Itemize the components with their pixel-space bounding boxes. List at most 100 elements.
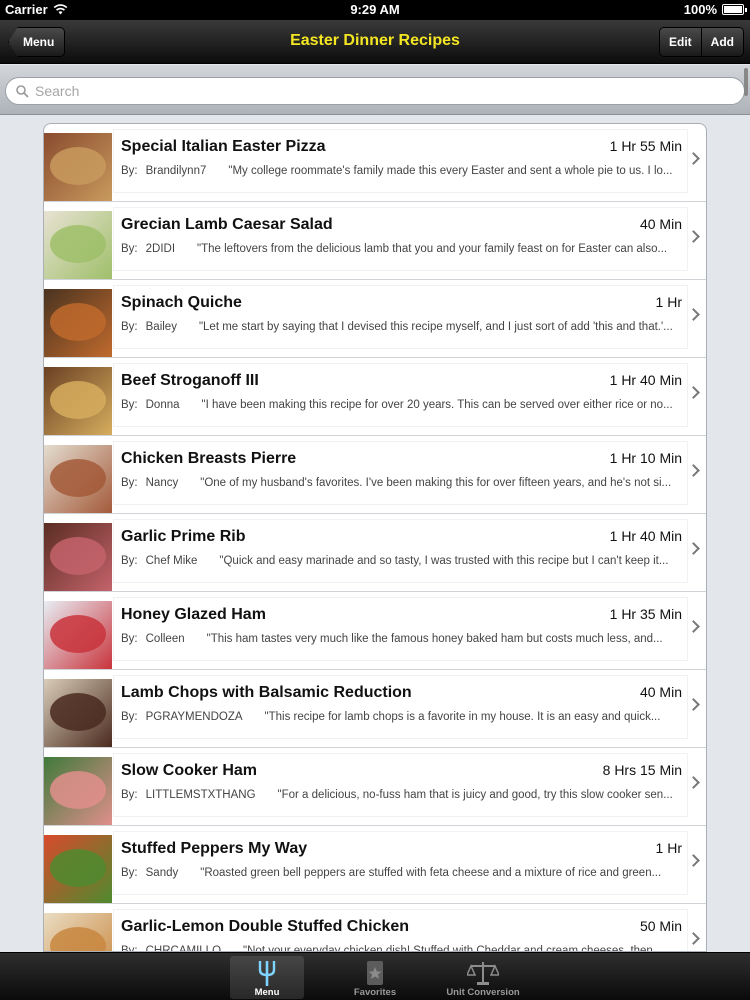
recipe-row[interactable]: Stuffed Peppers My Way 1 Hr By: Sandy "Roast…: [44, 826, 706, 904]
recipe-title: Stuffed Peppers My Way: [121, 840, 308, 857]
by-label: By:: [121, 867, 138, 879]
edit-button[interactable]: Edit: [660, 28, 701, 56]
recipe-content: Stuffed Peppers My Way 1 Hr By: Sandy "Roast…: [114, 832, 687, 894]
recipe-row[interactable]: Garlic Prime Rib 1 Hr 40 Min By: Chef Mike "…: [44, 514, 706, 592]
recipe-content: Garlic Prime Rib 1 Hr 40 Min By: Chef Mike "…: [114, 520, 687, 582]
recipe-row[interactable]: Chicken Breasts Pierre 1 Hr 10 Min By: Nanc…: [44, 436, 706, 514]
recipe-title: Spinach Quiche: [121, 294, 242, 311]
battery-icon: [722, 4, 747, 15]
recipe-author: Chef Mike: [145, 555, 198, 567]
chevron-right-icon: [687, 152, 700, 165]
recipe-byline: By: Bailey "Let me start by saying that I …: [121, 321, 682, 333]
recipe-byline: By: LITTLEMSTXTHANG "For a delicious, no-f…: [121, 789, 682, 801]
recipe-thumbnail-plate: [50, 615, 106, 653]
recipe-title: Garlic Prime Rib: [121, 528, 246, 545]
recipe-title: Chicken Breasts Pierre: [121, 450, 297, 467]
recipe-thumbnail: [44, 523, 112, 591]
clock: 9:29 AM: [350, 2, 400, 17]
recipe-author: Donna: [145, 399, 180, 411]
recipe-thumbnail: [44, 757, 112, 825]
recipe-thumbnail-plate: [50, 927, 106, 951]
recipe-thumbnail-plate: [50, 693, 106, 731]
chevron-right-icon: [687, 386, 700, 399]
recipe-content: Chicken Breasts Pierre 1 Hr 10 Min By: Nanc…: [114, 442, 687, 504]
recipe-author: Bailey: [145, 321, 177, 333]
recipe-duration: 40 Min: [639, 684, 682, 700]
tab-favorites[interactable]: Favorites: [338, 956, 412, 999]
scroll-indicator[interactable]: [744, 68, 748, 96]
search-input[interactable]: [35, 83, 675, 99]
by-label: By:: [121, 165, 138, 177]
nav-actions: Edit Add: [659, 27, 744, 57]
by-label: By:: [121, 945, 138, 952]
chevron-right-icon: [687, 620, 700, 633]
by-label: By:: [121, 711, 138, 723]
recipe-row[interactable]: Garlic-Lemon Double Stuffed Chicken 50 Mi…: [44, 904, 706, 952]
tab-menu[interactable]: Menu: [230, 956, 304, 999]
status-bar: Carrier 9:29 AM 100%: [0, 0, 750, 20]
by-label: By:: [121, 789, 138, 801]
battery-percent: 100%: [683, 2, 717, 17]
recipe-duration: 1 Hr 10 Min: [609, 450, 682, 466]
chevron-right-icon: [687, 308, 700, 321]
recipe-author: PGRAYMENDOZA: [145, 711, 243, 723]
recipe-row[interactable]: Slow Cooker Ham 8 Hrs 15 Min By: LITTLEMSTX…: [44, 748, 706, 826]
add-button[interactable]: Add: [700, 28, 743, 56]
recipe-content: Slow Cooker Ham 8 Hrs 15 Min By: LITTLEMSTX…: [114, 754, 687, 816]
by-label: By:: [121, 321, 138, 333]
recipe-duration: 1 Hr 35 Min: [609, 606, 682, 622]
by-label: By:: [121, 243, 138, 255]
tab-unit-conversion-label: Unit Conversion: [446, 987, 520, 998]
recipe-thumbnail: [44, 289, 112, 357]
scale-icon: [467, 962, 499, 985]
recipe-snippet: "This ham tastes very much like the famo…: [206, 633, 663, 645]
recipe-title: Slow Cooker Ham: [121, 762, 258, 779]
tab-menu-label: Menu: [254, 987, 280, 998]
recipe-author: Brandilynn7: [145, 165, 207, 177]
recipe-author: LITTLEMSTXTHANG: [145, 789, 256, 801]
recipe-row[interactable]: Special Italian Easter Pizza 1 Hr 55 Min B…: [44, 124, 706, 202]
recipe-snippet: "For a delicious, no-fuss ham that is ju…: [277, 789, 673, 801]
chevron-right-icon: [687, 932, 700, 945]
chevron-right-icon: [687, 230, 700, 243]
recipe-row[interactable]: Beef Stroganoff III 1 Hr 40 Min By: Donna "I…: [44, 358, 706, 436]
recipe-row[interactable]: Grecian Lamb Caesar Salad 40 Min By: 2DIDI "…: [44, 202, 706, 280]
recipe-snippet: "Let me start by saying that I devised t…: [198, 321, 673, 333]
recipe-duration: 40 Min: [639, 216, 682, 232]
recipe-thumbnail: [44, 133, 112, 201]
recipe-thumbnail-plate: [50, 459, 106, 497]
tab-bar: Menu Favorites Unit Conversion: [0, 952, 750, 1000]
recipe-snippet: "Roasted green bell peppers are stuffed …: [200, 867, 662, 879]
recipe-byline: By: Chef Mike "Quick and easy marinade and…: [121, 555, 682, 567]
recipe-row[interactable]: Lamb Chops with Balsamic Reduction 40 Min…: [44, 670, 706, 748]
recipe-title: Honey Glazed Ham: [121, 606, 266, 623]
recipe-row[interactable]: Honey Glazed Ham 1 Hr 35 Min By: Colleen "Th…: [44, 592, 706, 670]
recipe-duration: 1 Hr 40 Min: [609, 372, 682, 388]
search-icon: [16, 84, 29, 98]
recipe-byline: By: Nancy "One of my husband's favorites. …: [121, 477, 682, 489]
recipe-thumbnail: [44, 211, 112, 279]
recipe-thumbnail-plate: [50, 849, 106, 887]
recipe-author: Nancy: [145, 477, 179, 489]
recipe-row[interactable]: Spinach Quiche 1 Hr By: Bailey "Let me start…: [44, 280, 706, 358]
recipe-content: Special Italian Easter Pizza 1 Hr 55 Min B…: [114, 130, 687, 192]
recipe-thumbnail: [44, 601, 112, 669]
recipe-byline: By: Colleen "This ham tastes very much lik…: [121, 633, 682, 645]
recipe-duration: 1 Hr 40 Min: [609, 528, 682, 544]
chevron-right-icon: [687, 698, 700, 711]
recipe-author: CHRCAMILLO: [145, 945, 222, 952]
recipe-thumbnail-plate: [50, 537, 106, 575]
search-field[interactable]: [5, 77, 745, 105]
tab-unit-conversion[interactable]: Unit Conversion: [446, 956, 520, 999]
recipe-snippet: "The leftovers from the delicious lamb t…: [197, 243, 668, 255]
chevron-right-icon: [687, 464, 700, 477]
recipe-title: Special Italian Easter Pizza: [121, 138, 326, 155]
recipe-title: Grecian Lamb Caesar Salad: [121, 216, 333, 233]
fork-icon: [258, 961, 276, 986]
by-label: By:: [121, 399, 138, 411]
battery-status: 100%: [683, 2, 747, 17]
recipe-duration: 1 Hr: [655, 840, 682, 856]
recipe-thumbnail-plate: [50, 303, 106, 341]
recipe-title: Lamb Chops with Balsamic Reduction: [121, 684, 412, 701]
recipe-thumbnail-plate: [50, 381, 106, 419]
